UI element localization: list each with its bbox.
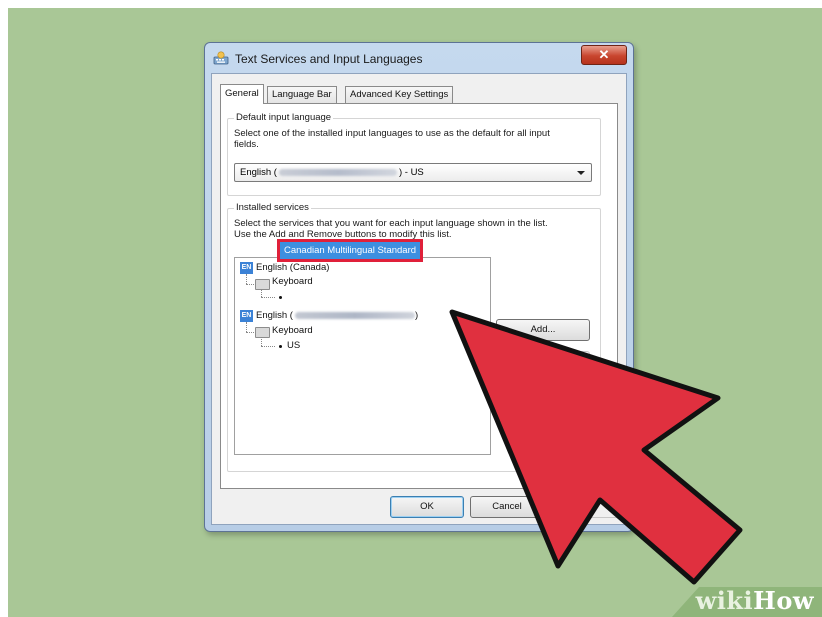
default-input-language-group: Default input language Select one of the… — [227, 112, 601, 196]
tree-item-keyboard-2[interactable]: Keyboard — [272, 324, 313, 337]
tree-connector — [261, 337, 262, 346]
tree-item-us[interactable]: US — [287, 339, 300, 352]
watermark-part1: wiki — [695, 586, 754, 615]
dialog-client-area: General Language Bar Advanced Key Settin… — [211, 73, 627, 525]
language-badge-icon: EN — [240, 262, 253, 274]
tree-connector — [261, 346, 275, 347]
language-badge-icon: EN — [240, 310, 253, 322]
default-language-value: English ( ) - US — [240, 164, 424, 181]
properties-button[interactable] — [496, 383, 590, 405]
close-button[interactable]: ✕ — [581, 45, 627, 65]
ok-button[interactable]: OK — [390, 496, 464, 518]
remove-button[interactable] — [496, 351, 590, 373]
default-language-combobox[interactable]: English ( ) - US — [234, 163, 592, 182]
tree-item-canadian-multilingual-standard[interactable]: Canadian Multilingual Standard — [277, 239, 424, 262]
redacted-text — [294, 311, 415, 319]
installed-services-tree[interactable]: EN English (Canada) Keyboard EN English … — [234, 257, 491, 455]
bullet-icon — [279, 345, 282, 348]
installed-services-description: Select the services that you want for ea… — [234, 218, 548, 240]
default-input-description-line2: fields. — [234, 139, 259, 150]
tab-advanced-key-settings[interactable]: Advanced Key Settings — [345, 86, 454, 103]
text-services-dialog: Text Services and Input Languages ✕ Gene… — [204, 42, 634, 532]
dialog-title: Text Services and Input Languages — [235, 52, 423, 66]
keyboard-icon — [255, 279, 270, 290]
default-input-description-line1: Select one of the installed input langua… — [234, 128, 550, 139]
wikihow-logo: wikiHow — [696, 586, 814, 615]
tab-general[interactable]: General — [220, 84, 264, 104]
installed-services-group: Installed services Select the services t… — [227, 202, 601, 472]
combo-suffix: ) - US — [398, 167, 424, 178]
close-icon: ✕ — [598, 47, 610, 62]
tree-connector — [261, 297, 275, 298]
combo-prefix: English ( — [240, 167, 277, 178]
default-input-description: Select one of the installed input langua… — [234, 128, 550, 150]
chevron-down-icon[interactable] — [577, 171, 585, 175]
general-tab-panel: Default input language Select one of the… — [220, 103, 618, 489]
tree-connector — [246, 332, 254, 333]
tree-connector — [246, 274, 247, 284]
second-language-suffix: ) — [414, 310, 419, 321]
default-input-language-heading: Default input language — [234, 112, 334, 123]
title-bar[interactable]: Text Services and Input Languages ✕ — [205, 43, 633, 73]
tree-item-keyboard[interactable]: Keyboard — [272, 275, 313, 288]
installed-services-description-line1: Select the services that you want for ea… — [234, 218, 548, 229]
tree-connector — [246, 322, 247, 332]
watermark-part2: How — [753, 586, 814, 615]
cancel-button[interactable]: Cancel — [470, 496, 544, 518]
keyboard-icon — [255, 327, 270, 338]
tree-item-english-second[interactable]: English () — [256, 309, 418, 322]
tree-connector — [246, 284, 254, 285]
bullet-icon — [279, 296, 282, 299]
apply-button[interactable] — [550, 496, 620, 518]
add-button[interactable]: Add... — [496, 319, 590, 341]
tab-language-bar[interactable]: Language Bar — [267, 86, 337, 103]
tree-item-english-canada[interactable]: English (Canada) — [256, 261, 329, 274]
installed-services-heading: Installed services — [234, 202, 311, 213]
redacted-text — [278, 168, 397, 176]
keyboard-globe-icon — [213, 51, 229, 65]
second-language-label: English ( — [256, 310, 293, 321]
tree-connector — [261, 289, 262, 297]
